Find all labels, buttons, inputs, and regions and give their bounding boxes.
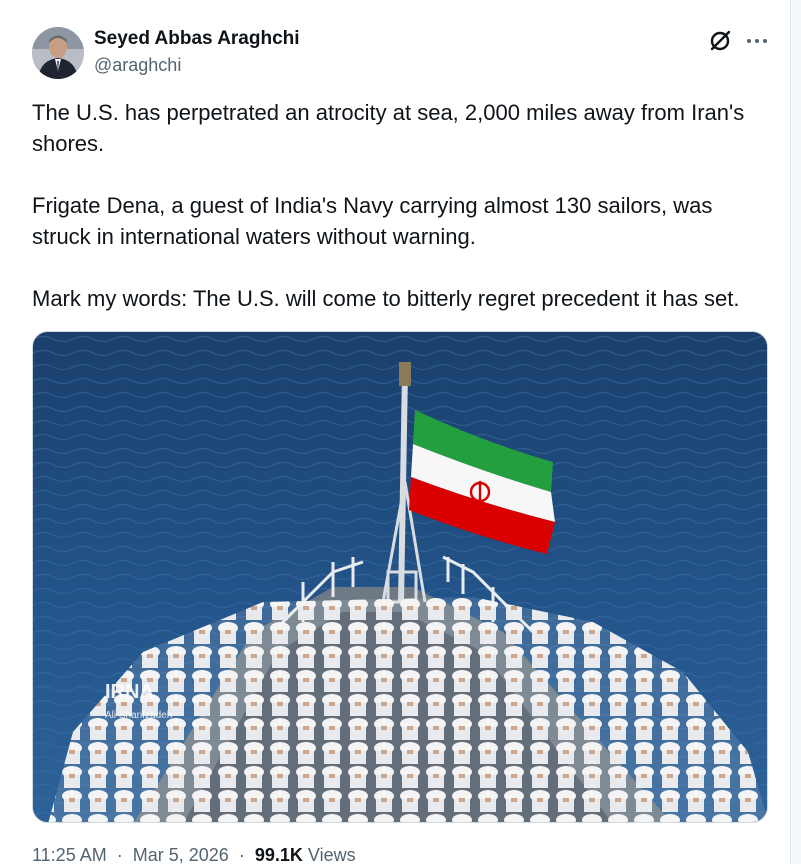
grok-icon[interactable] (707, 28, 733, 54)
ship-deck-photo: IRNA Ali Sharifzadeh (33, 332, 767, 822)
meta-separator: · (116, 845, 123, 864)
author-handle[interactable]: @araghchi (94, 55, 181, 76)
author-avatar[interactable] (32, 27, 84, 79)
meta-separator: · (238, 845, 245, 864)
tweet-meta: 11:25 AM · Mar 5, 2026 · 99.1K Views (32, 845, 356, 864)
tweet-time[interactable]: 11:25 AM (32, 845, 107, 864)
views-label: Views (307, 845, 356, 864)
tweet-paragraph: Frigate Dena, a guest of India's Navy ca… (32, 193, 713, 249)
tweet-photo[interactable]: IRNA Ali Sharifzadeh (32, 331, 768, 823)
views-count: 99.1K (254, 845, 303, 864)
photo-credit: Ali Sharifzadeh (105, 710, 172, 721)
tweet-paragraph: Mark my words: The U.S. will come to bit… (32, 286, 740, 311)
more-dots-icon[interactable] (744, 28, 770, 54)
tweet-card: Seyed Abbas Araghchi @araghchi The U.S. … (0, 0, 791, 864)
tweet-text: The U.S. has perpetrated an atrocity at … (32, 97, 777, 314)
page-background (791, 0, 801, 864)
irna-watermark: IRNA (105, 681, 154, 703)
tweet-date[interactable]: Mar 5, 2026 (133, 845, 229, 864)
avatar-photo (32, 27, 84, 79)
tweet-paragraph: The U.S. has perpetrated an atrocity at … (32, 100, 745, 156)
author-display-name[interactable]: Seyed Abbas Araghchi (94, 28, 300, 50)
